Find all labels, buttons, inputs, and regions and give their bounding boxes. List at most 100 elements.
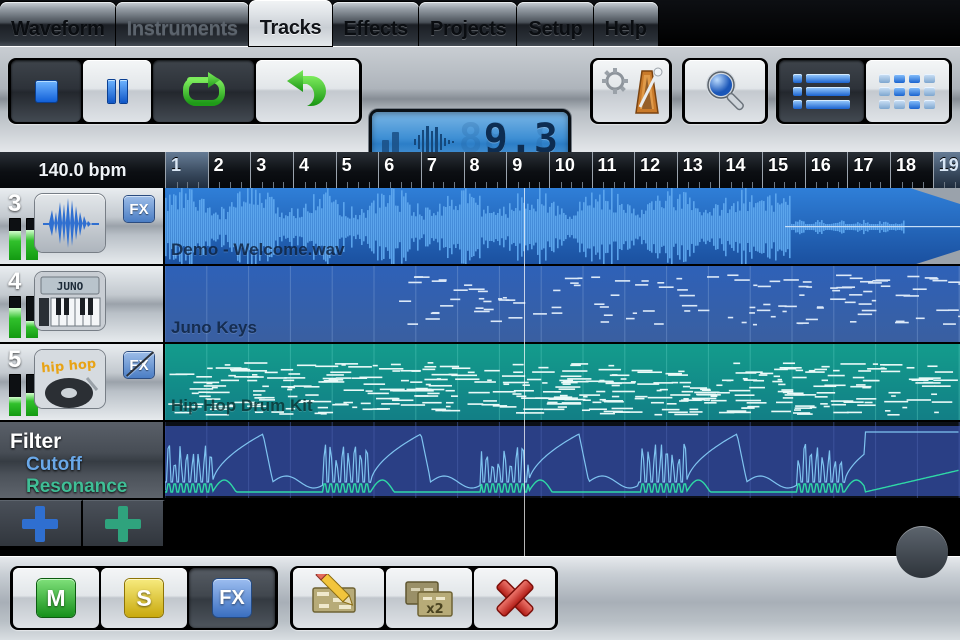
tab-instruments[interactable]: Instruments <box>115 2 249 46</box>
list-view-button[interactable] <box>779 60 864 122</box>
mute-button[interactable]: M <box>13 568 99 628</box>
ruler-bar-7[interactable]: 7 <box>420 152 464 188</box>
zoom-button-group <box>682 58 768 124</box>
track-lane-4[interactable]: Juno Keys <box>165 266 960 342</box>
track-number: 3 <box>8 190 22 217</box>
metronome-button[interactable] <box>593 60 669 122</box>
automation-lane[interactable] <box>165 422 960 498</box>
tab-effects[interactable]: Effects <box>332 2 419 46</box>
magnifier-icon <box>706 70 744 111</box>
pause-button[interactable] <box>83 60 151 122</box>
track-header-5[interactable]: 5 hip hop FX <box>0 344 165 420</box>
duplicate-clip-button[interactable]: x2 <box>385 568 473 628</box>
automation-param-resonance[interactable]: Resonance <box>26 476 165 498</box>
stop-button[interactable] <box>11 60 81 122</box>
ruler-bar-10[interactable]: 10 <box>548 152 592 188</box>
ruler-bar-12[interactable]: 12 <box>634 152 677 188</box>
loop-button[interactable] <box>153 60 254 122</box>
automation-param-cutoff[interactable]: Cutoff <box>26 454 165 476</box>
tab-label: Waveform <box>11 17 105 40</box>
table-row[interactable]: 5 hip hop FX Hip Hop Drum Kit <box>0 344 960 422</box>
ruler-bar-label: 16 <box>810 155 831 175</box>
solo-label: S <box>125 579 163 617</box>
juno-keyboard-icon[interactable]: JUNO <box>35 272 105 330</box>
ruler-bar-label: 1 <box>171 155 182 175</box>
ruler-bar-label: 19 <box>938 155 959 175</box>
track-number: 5 <box>8 346 22 373</box>
tab-label: Instruments <box>126 17 238 40</box>
ruler-bar-1[interactable]: 1 <box>165 152 208 188</box>
bar-numbers[interactable]: 1 2 3 4 5 6 7 8 9 10 11 12 13 14 15 16 17 18 19 <box>165 152 960 188</box>
track-fx-badge[interactable]: FX <box>124 196 154 222</box>
ruler-bar-6[interactable]: 6 <box>378 152 421 188</box>
track-lane-5[interactable]: Hip Hop Drum Kit <box>165 344 960 420</box>
ruler-bar-label: 14 <box>725 155 746 175</box>
tab-label: Projects <box>429 17 507 40</box>
loop-icon <box>182 72 225 106</box>
zoom-button[interactable] <box>685 60 765 122</box>
ruler-bar-16[interactable]: 16 <box>804 152 848 188</box>
solo-button[interactable]: S <box>101 568 187 628</box>
list-view-icon <box>792 73 850 109</box>
track-header-3[interactable]: 3 FX <box>0 188 165 264</box>
ruler-bar-label: 4 <box>298 155 309 175</box>
track-lane-3[interactable]: Demo - Welcome.wav <box>165 188 960 264</box>
ruler-bar-label: 6 <box>384 155 395 175</box>
ruler-bar-17[interactable]: 17 <box>847 152 890 188</box>
tab-projects[interactable]: Projects <box>418 2 518 46</box>
track-header-4[interactable]: 4 JUNO <box>0 266 165 342</box>
ruler-bar-label: 15 <box>768 155 789 175</box>
ruler-bar-label: 9 <box>512 155 523 175</box>
undo-button[interactable] <box>256 60 359 122</box>
track-meters <box>9 296 38 338</box>
automation-row[interactable]: Filter Cutoff Resonance <box>0 422 960 500</box>
grid-view-button[interactable] <box>865 60 949 122</box>
add-resonance-lane-button[interactable] <box>82 500 165 546</box>
edit-clip-button[interactable] <box>293 568 384 628</box>
add-cutoff-lane-button[interactable] <box>0 500 83 546</box>
fx-button[interactable]: FX <box>189 568 275 628</box>
tab-label: Tracks <box>259 16 322 39</box>
ruler-bar-5[interactable]: 5 <box>335 152 379 188</box>
track-fx-badge[interactable]: FX <box>124 352 154 378</box>
ruler-bar-19[interactable]: 19 <box>932 152 960 188</box>
tab-tracks[interactable]: Tracks <box>248 0 333 46</box>
tab-waveform[interactable]: Waveform <box>0 2 116 46</box>
main-tab-bar: Waveform Instruments Tracks Effects Proj… <box>0 0 960 46</box>
ruler-bar-15[interactable]: 15 <box>762 152 805 188</box>
automation-header[interactable]: Filter Cutoff Resonance <box>0 422 165 498</box>
ruler-bar-4[interactable]: 4 <box>292 152 336 188</box>
ruler-bar-label: 3 <box>256 155 267 175</box>
gear-icon <box>605 71 625 91</box>
ruler-bar-2[interactable]: 2 <box>207 152 251 188</box>
tab-label: Setup <box>528 17 583 40</box>
ruler-bar-9[interactable]: 9 <box>506 152 549 188</box>
scroll-round-button[interactable] <box>896 526 948 578</box>
ruler-bar-14[interactable]: 14 <box>719 152 762 188</box>
delete-clip-button[interactable] <box>474 568 556 628</box>
tab-help[interactable]: Help <box>593 2 658 46</box>
tempo-display[interactable]: 140.0 bpm <box>0 152 165 188</box>
midi-clip-notes <box>165 266 960 342</box>
transport-toolbar: 88.8 9.3 <box>0 46 960 170</box>
bottom-toolbar: M S FX x2 <box>0 556 960 640</box>
ruler-bar-8[interactable]: 8 <box>463 152 507 188</box>
tab-setup[interactable]: Setup <box>517 2 594 46</box>
table-row[interactable]: 4 JUNO Juno Keys <box>0 266 960 344</box>
hip-hop-turntable-icon[interactable]: hip hop <box>35 350 105 408</box>
ruler-bar-18[interactable]: 18 <box>890 152 933 188</box>
ruler-bar-label: 17 <box>853 155 874 175</box>
delete-x-icon <box>496 579 534 617</box>
transport-button-group <box>8 58 362 124</box>
tab-label: Effects <box>343 17 408 40</box>
metronome-icon <box>602 67 663 114</box>
timeline-ruler[interactable]: 140.0 bpm 1 2 3 4 5 6 7 8 9 10 11 12 13 14 15 16 17 18 19 <box>0 152 960 189</box>
ruler-bar-13[interactable]: 13 <box>676 152 720 188</box>
drum-clip-notes <box>165 344 960 420</box>
ruler-bar-label: 13 <box>682 155 703 175</box>
ruler-bar-11[interactable]: 11 <box>591 152 635 188</box>
waveform-icon[interactable] <box>35 194 105 252</box>
table-row[interactable]: 3 FX Demo - Welcome.wav <box>0 188 960 266</box>
ruler-bar-3[interactable]: 3 <box>250 152 293 188</box>
ruler-bar-label: 8 <box>469 155 480 175</box>
